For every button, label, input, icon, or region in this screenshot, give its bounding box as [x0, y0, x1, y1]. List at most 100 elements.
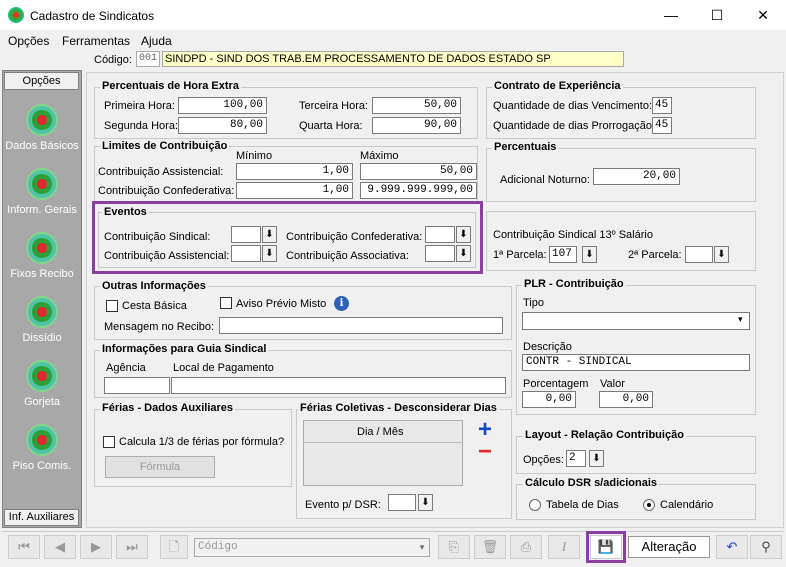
sidebar-icon	[26, 232, 58, 264]
hora-extra-title: Percentuais de Hora Extra	[100, 80, 241, 92]
adicional-noturno-input[interactable]: 20,00	[593, 168, 680, 185]
sidebar-item-gorjeta[interactable]: Gorjeta	[2, 360, 82, 408]
print-icon[interactable]: ⎙	[510, 535, 542, 559]
segunda-hora-label: Segunda Hora:	[104, 120, 178, 132]
plr-tipo-label: Tipo	[523, 297, 544, 309]
menu-ferramentas[interactable]: Ferramentas	[62, 34, 130, 48]
calcula-ferias-checkbox[interactable]	[103, 436, 115, 448]
maximo-label: Máximo	[360, 150, 399, 162]
agencia-input[interactable]	[104, 377, 170, 394]
confederativa-limit-label: Contribuição Confederativa:	[98, 185, 235, 197]
mensagem-recibo-input[interactable]	[219, 317, 503, 334]
menu-ajuda[interactable]: Ajuda	[141, 34, 172, 48]
dias-prorrogacao-input[interactable]: 45	[652, 117, 672, 134]
sidebar-item-label: Gorjeta	[23, 396, 61, 408]
undo-icon[interactable]: ↶	[716, 535, 748, 559]
segunda-parcela-label: 2ª Parcela:	[628, 249, 682, 261]
close-button[interactable]: ✕	[740, 0, 786, 30]
assistencial-max-input[interactable]: 50,00	[360, 163, 477, 180]
maximize-button[interactable]: ☐	[694, 0, 740, 30]
plr-porcentagem-input[interactable]: 0,00	[522, 391, 576, 408]
plr-descricao-input[interactable]: CONTR - SINDICAL	[522, 354, 750, 371]
terceira-hora-input[interactable]: 50,00	[372, 97, 461, 114]
primeira-hora-input[interactable]: 100,00	[178, 97, 267, 114]
minimo-label: Mínimo	[236, 150, 273, 162]
tabela-dias-radio[interactable]	[529, 499, 541, 511]
tab-inf-auxiliares[interactable]: Inf. Auxiliares	[4, 509, 79, 526]
sidebar-icon	[26, 360, 58, 392]
calendario-radio[interactable]	[643, 499, 655, 511]
segunda-hora-input[interactable]: 80,00	[178, 117, 267, 134]
terceira-hora-label: Terceira Hora:	[299, 100, 369, 112]
previous-record-icon[interactable]: ◀	[44, 535, 76, 559]
delete-icon[interactable]: 🗑	[474, 535, 506, 559]
layout-opcoes-input[interactable]: 2	[566, 450, 586, 467]
sidebar-item-label: Piso Comis.	[12, 460, 72, 472]
sidebar-item-dados-basicos[interactable]: Dados Básicos	[2, 104, 82, 152]
plr-valor-input[interactable]: 0,00	[599, 391, 653, 408]
cesta-basica-checkbox[interactable]	[106, 300, 118, 312]
layout-opcoes-lookup-icon[interactable]: ⬇	[589, 450, 604, 467]
plr-tipo-select[interactable]	[522, 312, 750, 330]
codigo-search-select[interactable]: Código	[194, 538, 430, 557]
primeira-parcela-input[interactable]: 107	[549, 246, 577, 263]
segunda-parcela-lookup-icon[interactable]: ⬇	[714, 246, 729, 263]
quarta-hora-label: Quarta Hora:	[299, 120, 363, 132]
calendario-label: Calendário	[660, 499, 714, 511]
evento-dsr-input[interactable]	[388, 494, 416, 511]
codigo-label: Código:	[94, 54, 132, 66]
new-document-icon[interactable]: 🗋	[160, 535, 188, 559]
sidebar-icon	[26, 296, 58, 328]
plr-valor-label: Valor	[600, 378, 625, 390]
primeira-parcela-label: 1ª Parcela:	[493, 249, 547, 261]
sidebar-item-piso-comis[interactable]: Piso Comis.	[2, 424, 82, 472]
sidebar-item-fixos-recibo[interactable]: Fixos Recibo	[2, 232, 82, 280]
select-chevron-icon[interactable]: ▾	[415, 539, 429, 556]
primeira-parcela-lookup-icon[interactable]: ⬇	[582, 246, 597, 263]
ferias-title: Férias - Dados Auxiliares	[100, 402, 236, 414]
sindical-13-title: Contribuição Sindical 13º Salário	[493, 229, 653, 241]
eventos-highlight	[92, 201, 483, 274]
aviso-previo-checkbox[interactable]	[220, 297, 232, 309]
confederativa-max-input[interactable]: 9.999.999.999,00	[360, 182, 477, 199]
cesta-basica-label: Cesta Básica	[122, 300, 187, 312]
sidebar-item-label: Inform. Gerais	[7, 204, 77, 216]
status-indicator: Alteração	[628, 536, 710, 558]
local-pagamento-label: Local de Pagamento	[173, 362, 274, 374]
confederativa-min-input[interactable]: 1,00	[236, 182, 353, 199]
last-record-icon[interactable]: ⏭	[116, 535, 148, 559]
menu-opcoes[interactable]: Opções	[8, 34, 49, 48]
quarta-hora-input[interactable]: 90,00	[372, 117, 461, 134]
segunda-parcela-input[interactable]	[685, 246, 713, 263]
next-record-icon[interactable]: ▶	[80, 535, 112, 559]
chevron-down-icon[interactable]: ▾	[738, 314, 743, 325]
plr-title: PLR - Contribuição	[522, 278, 626, 290]
evento-dsr-lookup-icon[interactable]: ⬇	[418, 494, 433, 511]
tab-opcoes[interactable]: Opções	[4, 72, 79, 90]
first-record-icon[interactable]: ⏮	[8, 535, 40, 559]
remove-icon[interactable]: −	[478, 440, 492, 464]
list-header-divider	[303, 442, 463, 443]
dsr-title: Cálculo DSR s/adicionais	[523, 477, 660, 489]
codigo-field[interactable]: 001	[136, 51, 160, 67]
adicional-noturno-label: Adicional Noturno:	[500, 174, 590, 186]
assistencial-min-input[interactable]: 1,00	[236, 163, 353, 180]
dias-vencimento-input[interactable]: 45	[652, 97, 672, 114]
formula-button[interactable]: Fórmula	[105, 456, 215, 478]
sindicato-name-field[interactable]: SINDPD - SIND DOS TRAB.EM PROCESSAMENTO …	[162, 51, 624, 67]
tabela-dias-label: Tabela de Dias	[546, 499, 619, 511]
italic-icon[interactable]: I	[548, 535, 580, 559]
sidebar-icon	[26, 104, 58, 136]
info-icon[interactable]: i	[334, 296, 349, 311]
agencia-label: Agência	[106, 362, 146, 374]
mensagem-recibo-label: Mensagem no Recibo:	[104, 321, 215, 333]
local-pagamento-input[interactable]	[171, 377, 506, 394]
binoculars-icon[interactable]: ⚲	[750, 535, 782, 559]
copy-icon[interactable]: ⎘	[438, 535, 470, 559]
dias-vencimento-label: Quantidade de dias Vencimento:	[493, 100, 653, 112]
contrato-title: Contrato de Experiência	[492, 80, 623, 92]
sidebar-item-dissidio[interactable]: Dissídio	[2, 296, 82, 344]
minimize-button[interactable]: —	[648, 0, 694, 30]
sidebar-item-inform-gerais[interactable]: Inform. Gerais	[2, 168, 82, 216]
coletivas-title: Férias Coletivas - Desconsiderar Dias	[298, 402, 499, 414]
